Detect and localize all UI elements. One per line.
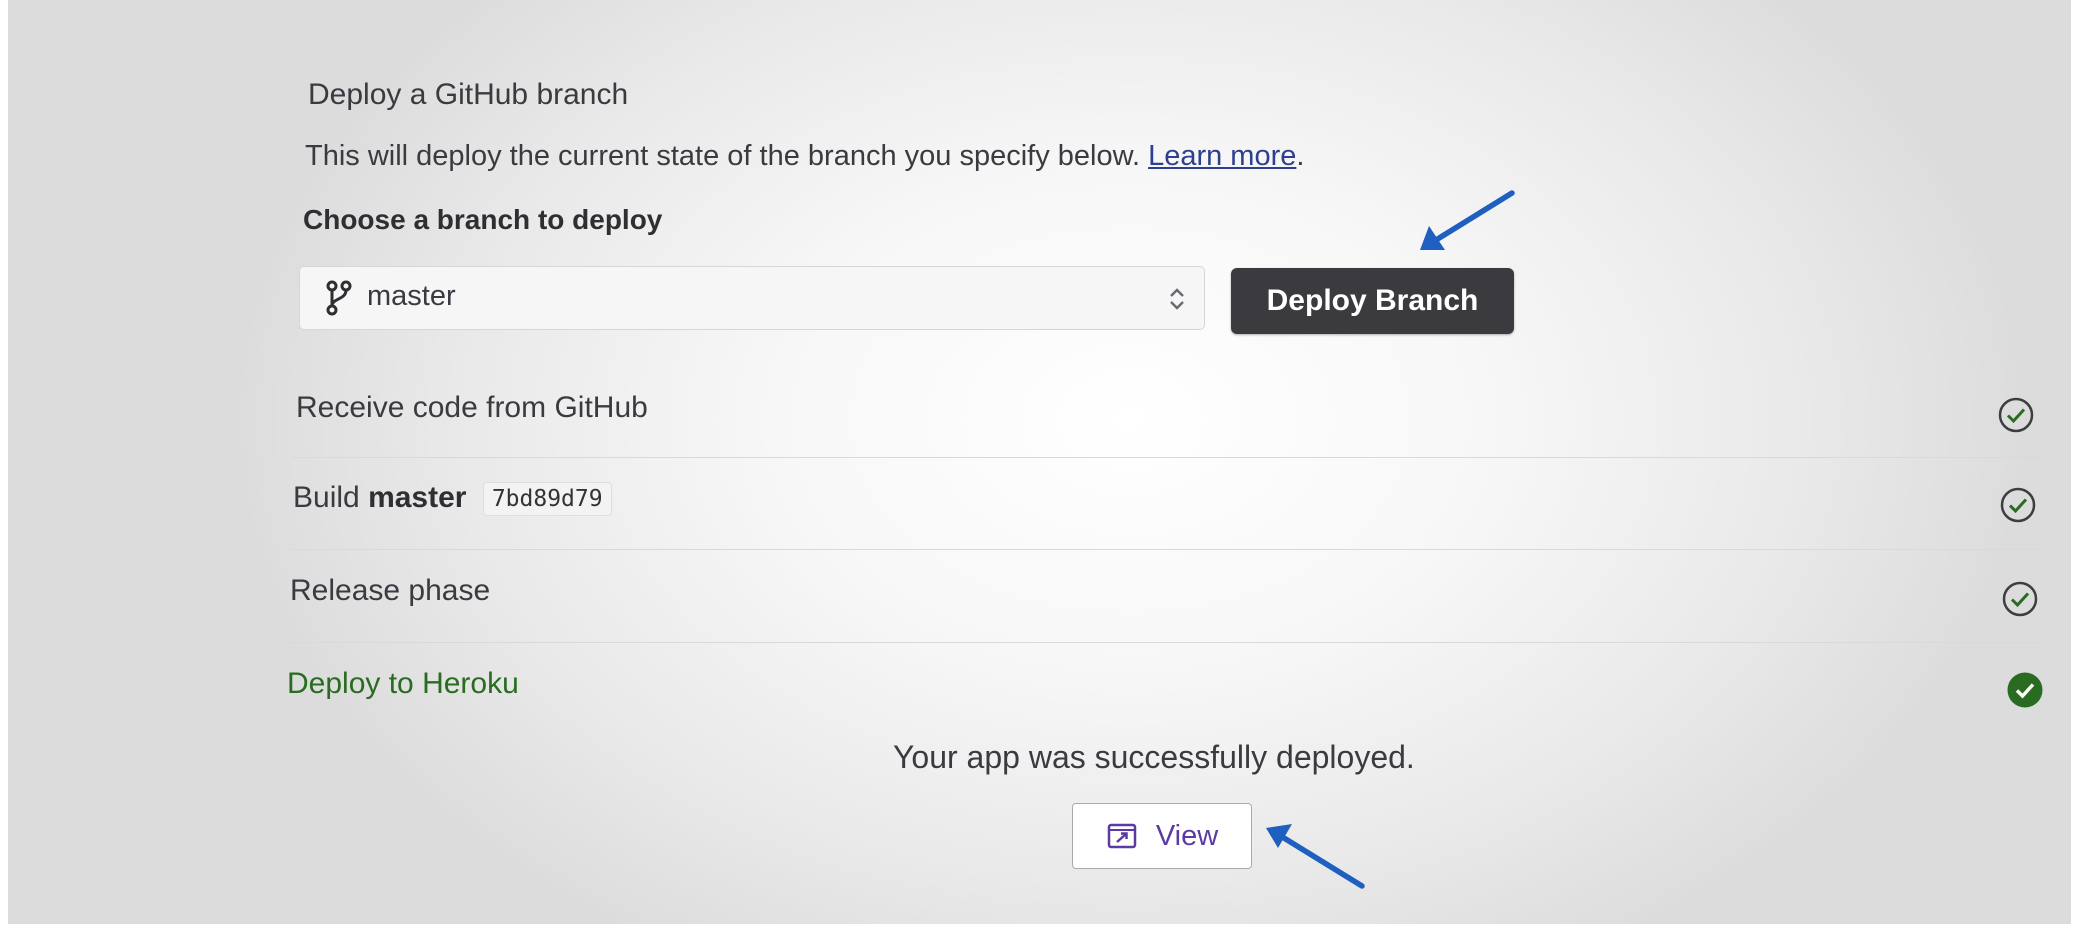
step-deploy-to-heroku: Deploy to Heroku <box>287 667 519 700</box>
description-period: . <box>1296 140 1305 172</box>
view-app-button[interactable]: View <box>1072 803 1252 869</box>
chevron-up-down-icon <box>1170 288 1184 310</box>
branch-select-value: master <box>367 280 456 312</box>
check-circle-outline-icon <box>2000 487 2036 523</box>
git-branch-icon <box>326 280 352 316</box>
step-build-prefix: Build <box>293 481 360 514</box>
branch-field-label: Choose a branch to deploy <box>303 204 663 235</box>
deploy-success-message: Your app was successfully deployed. <box>893 739 1415 775</box>
step-divider <box>292 457 2040 458</box>
step-divider <box>288 642 2044 643</box>
learn-more-link[interactable]: Learn more <box>1148 140 1296 172</box>
arrow-annotation <box>1420 190 1515 250</box>
check-circle-filled-icon <box>2007 672 2043 708</box>
deploy-branch-button[interactable]: Deploy Branch <box>1231 268 1514 334</box>
section-description: This will deploy the current state of th… <box>305 140 1304 173</box>
description-text: This will deploy the current state of th… <box>305 140 1140 172</box>
step-build-branch: master <box>368 481 467 514</box>
view-button-label: View <box>1155 819 1219 852</box>
check-circle-outline-icon <box>1998 397 2034 433</box>
check-circle-outline-icon <box>2002 581 2038 617</box>
arrow-annotation <box>1266 824 1365 889</box>
step-build: Build master 7bd89d79 <box>293 481 612 517</box>
section-title: Deploy a GitHub branch <box>308 78 629 111</box>
step-release-phase: Release phase <box>290 574 491 607</box>
commit-hash[interactable]: 7bd89d79 <box>482 482 612 517</box>
step-receive-code: Receive code from GitHub <box>296 391 648 424</box>
photo-border-bottom <box>0 924 2079 932</box>
step-divider <box>290 549 2042 550</box>
photo-border-right <box>2071 0 2079 932</box>
external-link-icon <box>1107 823 1137 849</box>
photo-border-left <box>0 0 8 932</box>
